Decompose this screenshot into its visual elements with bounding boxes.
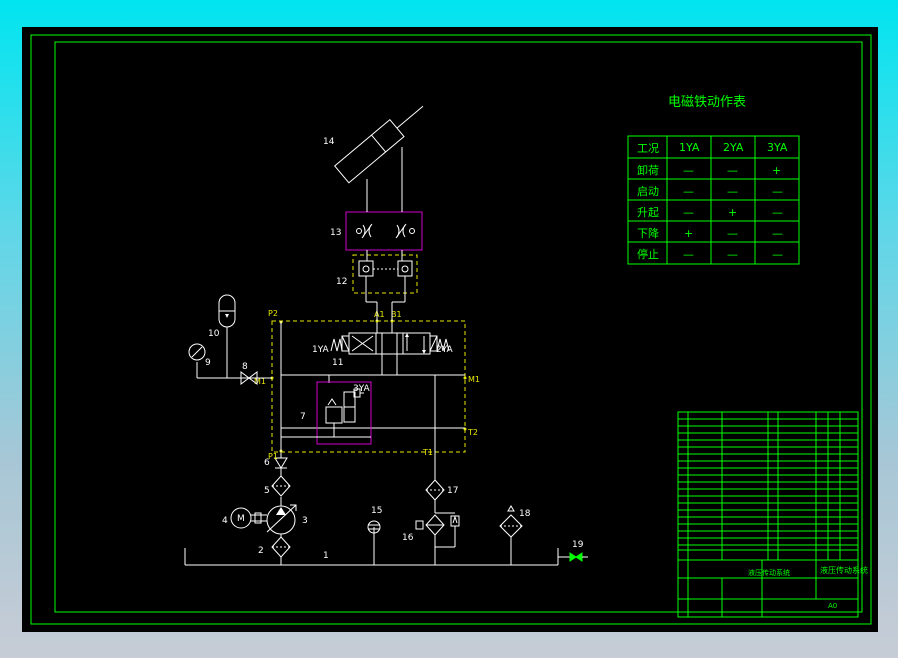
table-title: 电磁铁动作表 [668,95,746,110]
table-cell: — [727,185,738,198]
title-block-name: 液压传动系统 [820,565,868,575]
label-2: 2 [258,546,264,556]
label-3: 3 [302,516,308,526]
outer-frame [30,34,872,625]
table-cell: — [683,185,694,198]
hydraulic-schematic: 电磁铁动作表 工况 1YA 2YA 3YA 卸荷 — — + 启动 — — — … [30,34,872,625]
motor-label: M [237,514,245,524]
directional-valve-icon [330,332,450,355]
table-cell: 升起 [637,206,659,219]
sol-2ya: 2YA [436,345,454,355]
sol-3ya: 3YA [353,384,371,394]
port-m1-right: M1 [468,375,480,384]
table-header-3: 3YA [767,141,788,154]
label-11: 11 [332,358,343,368]
table-cell: — [772,185,783,198]
label-16: 16 [402,533,414,543]
suction-filter-icon [271,536,291,558]
table-cell: 停止 [637,247,659,261]
table-cell: — [727,248,738,261]
solenoid-relief-valve-icon [281,388,371,438]
table-cell: — [727,164,738,177]
throttle-valve-block [345,211,423,251]
one-way-throttle-icon [356,223,415,239]
port-p2: P2 [268,309,278,318]
port-p1: P1 [268,452,278,461]
port-b1: B1 [391,310,402,319]
table-cell: — [683,206,694,219]
return-filter-icon [425,479,445,501]
table-cell: 启动 [637,185,659,198]
action-table: 工况 1YA 2YA 3YA 卸荷 — — + 启动 — — — 升起 — + … [627,135,800,265]
label-10: 10 [208,329,220,339]
label-7: 7 [300,412,306,422]
label-17: 17 [447,486,458,496]
hydraulic-cylinder-icon [334,105,424,184]
title-block-scale: A0 [828,602,837,610]
label-5: 5 [264,486,270,496]
table-cell: — [772,206,783,219]
port-t1: T1 [422,448,433,457]
pressure-filter-icon [271,475,291,497]
cooler-icon [415,514,460,536]
label-14: 14 [323,137,335,147]
pilot-check-valves-icon [358,260,413,277]
table-cell: — [683,248,694,261]
table-cell: — [772,227,783,240]
label-9: 9 [205,358,211,368]
label-4: 4 [222,516,228,526]
title-block-drawing-title: 液压传动系统 [748,568,790,577]
table-cell: 下降 [637,226,659,240]
label-19: 19 [572,540,584,550]
parts-list [677,411,859,618]
label-8: 8 [242,362,248,372]
table-cell: — [727,227,738,240]
label-1: 1 [323,551,329,561]
drain-valve-icon [569,552,583,562]
port-t2: T2 [467,428,478,437]
label-12: 12 [336,277,347,287]
electric-motor-icon: M [230,507,267,529]
table-cell: + [684,227,693,240]
accumulator-icon [218,294,236,328]
label-15: 15 [371,506,382,516]
port-a1: A1 [374,310,385,319]
sol-1ya: 1YA [312,345,330,355]
table-cell: — [683,164,694,177]
table-header-0: 工况 [637,142,659,155]
table-cell: — [772,248,783,261]
label-13: 13 [330,228,341,238]
variable-pump-icon [266,504,297,535]
table-cell: + [772,164,781,177]
table-cell: 卸荷 [637,163,659,177]
pressure-gauge-icon [188,343,206,361]
table-header-2: 2YA [723,141,744,154]
label-18: 18 [519,509,531,519]
table-header-1: 1YA [679,141,700,154]
drawing-sheet: 电磁铁动作表 工况 1YA 2YA 3YA 卸荷 — — + 启动 — — — … [22,27,878,632]
table-cell: + [728,206,737,219]
